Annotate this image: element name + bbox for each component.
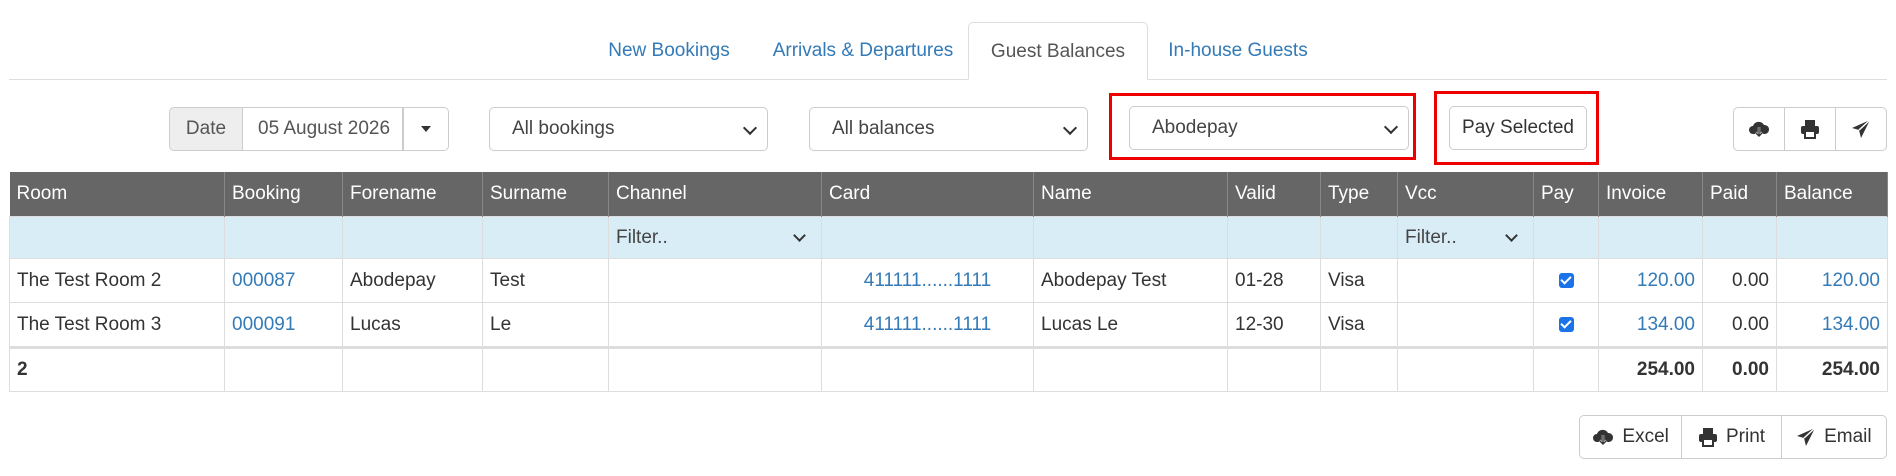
col-channel[interactable]: Channel <box>608 172 822 217</box>
caret-down-icon <box>421 126 431 132</box>
booking-link[interactable]: 000091 <box>224 302 343 348</box>
cell-surname: Le <box>482 302 609 348</box>
cell-type: Visa <box>1320 258 1398 303</box>
guest-balances-table: Room Booking Forename Surname Channel Ca… <box>9 172 1888 392</box>
email-label: Email <box>1824 426 1872 447</box>
total-balance: 254.00 <box>1776 346 1888 392</box>
balance-link[interactable]: 134.00 <box>1776 302 1888 348</box>
chevron-down-icon <box>1062 120 1078 136</box>
chevron-down-icon <box>1505 229 1518 242</box>
cloud-download-icon <box>1749 121 1770 138</box>
table-row: The Test Room 2 000087 Abodepay Test 411… <box>9 258 1888 303</box>
print-icon-button[interactable] <box>1784 108 1835 150</box>
balances-select-value: All balances <box>832 118 935 139</box>
excel-label: Excel <box>1622 426 1669 447</box>
pay-selected-button[interactable]: Pay Selected <box>1449 106 1587 150</box>
chevron-down-icon <box>1383 119 1399 135</box>
cell-room: The Test Room 3 <box>9 302 225 348</box>
tab-guest-balances[interactable]: Guest Balances <box>968 22 1148 80</box>
vcc-filter[interactable]: Filter.. <box>1397 216 1534 259</box>
send-icon <box>1852 119 1871 138</box>
col-booking[interactable]: Booking <box>224 172 343 217</box>
excel-button[interactable]: Excel <box>1580 416 1681 458</box>
export-button-group: Excel Print Email <box>1579 415 1887 459</box>
tab-in-house-guests[interactable]: In-house Guests <box>1152 22 1324 79</box>
filter-row: Filter.. Filter.. <box>9 216 1888 259</box>
cell-type: Visa <box>1320 302 1398 348</box>
col-balance[interactable]: Balance <box>1776 172 1888 217</box>
bookings-select[interactable]: All bookings <box>489 107 768 151</box>
balance-link[interactable]: 120.00 <box>1776 258 1888 303</box>
card-link[interactable]: 411111......1111 <box>821 258 1034 303</box>
cell-forename: Lucas <box>342 302 483 348</box>
table-row: The Test Room 3 000091 Lucas Le 411111..… <box>9 302 1888 348</box>
date-dropdown-button[interactable] <box>403 107 449 151</box>
table-header-row: Room Booking Forename Surname Channel Ca… <box>9 172 1888 217</box>
printer-icon <box>1698 428 1717 447</box>
totals-row: 2 254.00 0.00 254.00 <box>9 346 1888 392</box>
cell-paid: 0.00 <box>1702 302 1777 348</box>
printer-icon <box>1801 120 1819 139</box>
date-label: Date <box>169 107 243 151</box>
email-button[interactable]: Email <box>1780 416 1886 458</box>
email-icon-button[interactable] <box>1835 108 1886 150</box>
tab-new-bookings[interactable]: New Bookings <box>589 22 749 79</box>
cell-channel <box>608 302 822 348</box>
cell-name: Abodepay Test <box>1033 258 1228 303</box>
col-card[interactable]: Card <box>821 172 1034 217</box>
vcc-filter-label: Filter.. <box>1405 226 1457 248</box>
date-picker: Date 05 August 2026 <box>169 107 449 151</box>
invoice-link[interactable]: 120.00 <box>1598 258 1703 303</box>
payment-gateway-select[interactable]: Abodepay <box>1129 106 1409 150</box>
excel-icon-button[interactable] <box>1734 108 1784 150</box>
col-forename[interactable]: Forename <box>342 172 483 217</box>
cell-valid: 01-28 <box>1227 258 1321 303</box>
col-invoice[interactable]: Invoice <box>1598 172 1703 217</box>
col-room[interactable]: Room <box>9 172 225 217</box>
cell-vcc <box>1397 258 1534 303</box>
cell-vcc <box>1397 302 1534 348</box>
booking-link[interactable]: 000087 <box>224 258 343 303</box>
cell-valid: 12-30 <box>1227 302 1321 348</box>
pay-checkbox[interactable] <box>1558 272 1574 288</box>
balances-select[interactable]: All balances <box>809 107 1088 151</box>
col-pay[interactable]: Pay <box>1533 172 1599 217</box>
tab-arrivals-departures[interactable]: Arrivals & Departures <box>754 22 972 79</box>
invoice-link[interactable]: 134.00 <box>1598 302 1703 348</box>
cloud-download-icon <box>1593 429 1614 446</box>
channel-filter[interactable]: Filter.. <box>608 216 822 259</box>
print-label: Print <box>1725 426 1766 447</box>
chevron-down-icon <box>793 229 806 242</box>
send-icon <box>1797 427 1816 446</box>
total-count: 2 <box>9 346 225 392</box>
col-valid[interactable]: Valid <box>1227 172 1321 217</box>
col-name[interactable]: Name <box>1033 172 1228 217</box>
print-button[interactable]: Print <box>1681 416 1780 458</box>
pay-checkbox[interactable] <box>1558 316 1574 332</box>
tab-bar: New Bookings Arrivals & Departures Guest… <box>9 22 1887 80</box>
cell-pay <box>1533 258 1599 303</box>
card-link[interactable]: 411111......1111 <box>821 302 1034 348</box>
export-icon-group <box>1733 107 1887 151</box>
cell-channel <box>608 258 822 303</box>
col-surname[interactable]: Surname <box>482 172 609 217</box>
col-paid[interactable]: Paid <box>1702 172 1777 217</box>
cell-forename: Abodepay <box>342 258 483 303</box>
cell-surname: Test <box>482 258 609 303</box>
date-input[interactable]: 05 August 2026 <box>243 107 403 151</box>
channel-filter-label: Filter.. <box>616 226 668 248</box>
cell-name: Lucas Le <box>1033 302 1228 348</box>
total-paid: 0.00 <box>1702 346 1777 392</box>
bookings-select-value: All bookings <box>512 118 615 139</box>
cell-pay <box>1533 302 1599 348</box>
col-type[interactable]: Type <box>1320 172 1398 217</box>
cell-paid: 0.00 <box>1702 258 1777 303</box>
payment-gateway-value: Abodepay <box>1152 117 1238 138</box>
cell-room: The Test Room 2 <box>9 258 225 303</box>
total-invoice: 254.00 <box>1598 346 1703 392</box>
col-vcc[interactable]: Vcc <box>1397 172 1534 217</box>
chevron-down-icon <box>742 120 758 136</box>
